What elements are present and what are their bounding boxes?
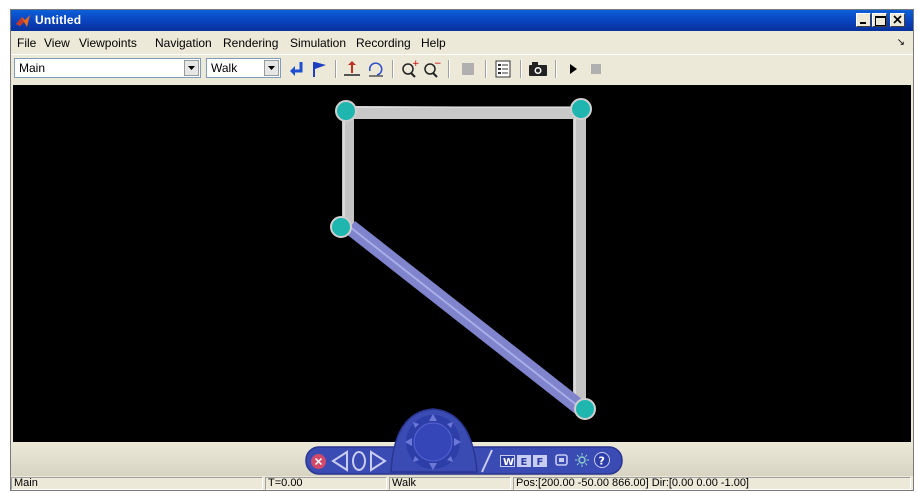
- fly-mode-button[interactable]: F: [533, 455, 547, 467]
- menu-rendering[interactable]: Rendering: [223, 36, 278, 50]
- fly-mode-label: F: [537, 457, 544, 466]
- walk-mode-button[interactable]: W: [500, 455, 515, 467]
- viewpoint-select[interactable]: Main: [14, 58, 201, 78]
- scene-graph[interactable]: [13, 85, 911, 442]
- status-bar: Main T=0.00 Walk Pos:[200.00 -50.00 866.…: [11, 476, 913, 491]
- chevron-down-icon[interactable]: [184, 60, 199, 76]
- toolbar-separator: [448, 60, 450, 78]
- node-top-left[interactable]: [335, 100, 357, 122]
- title-bar[interactable]: Untitled: [11, 10, 913, 31]
- status-navigation-mode: Walk: [389, 477, 511, 490]
- return-to-viewpoint-icon[interactable]: [287, 59, 309, 79]
- play-icon[interactable]: [562, 59, 584, 79]
- svg-text:−: −: [434, 59, 442, 69]
- headlight-icon[interactable]: [574, 452, 590, 468]
- maximize-button[interactable]: [872, 13, 887, 27]
- navigation-mode-select[interactable]: Walk: [206, 58, 281, 78]
- node-bottom-right[interactable]: [574, 398, 596, 420]
- menu-bar: File View Viewpoints Navigation Renderin…: [11, 32, 913, 52]
- stop-recording-icon[interactable]: [585, 59, 607, 79]
- link-top: [346, 106, 573, 119]
- toolbar-separator: [335, 60, 337, 78]
- menu-viewpoints[interactable]: Viewpoints: [79, 36, 137, 50]
- pan-right-icon[interactable]: [367, 450, 389, 472]
- zoom-out-icon[interactable]: −: [421, 59, 443, 79]
- minimize-button[interactable]: [856, 13, 871, 27]
- help-icon: ?: [599, 455, 605, 468]
- node-top-right[interactable]: [570, 98, 592, 120]
- stop-icon[interactable]: [457, 59, 479, 79]
- menu-simulation[interactable]: Simulation: [290, 36, 346, 50]
- navigation-dial-icon[interactable]: [404, 411, 462, 473]
- window-title: Untitled: [35, 13, 82, 27]
- close-icon: [314, 457, 323, 466]
- viewpoint-select-value: Main: [19, 61, 46, 75]
- walk-mode-label: W: [503, 457, 514, 466]
- app-window: Untitled File View Viewpoints Navigation…: [10, 9, 914, 491]
- examine-mode-button[interactable]: E: [517, 455, 531, 467]
- examine-mode-label: E: [521, 457, 528, 466]
- menu-file[interactable]: File: [17, 36, 36, 50]
- dock-arrow-icon[interactable]: ↘: [897, 37, 905, 48]
- navigation-panel-graphic: [305, 408, 623, 475]
- pan-left-icon[interactable]: [329, 450, 351, 472]
- menu-navigation[interactable]: Navigation: [155, 36, 212, 50]
- create-viewpoint-icon[interactable]: [309, 59, 331, 79]
- menu-view[interactable]: View: [44, 36, 70, 50]
- navigation-mode-value: Walk: [211, 61, 238, 75]
- snapshot-icon[interactable]: [527, 59, 549, 79]
- straighten-up-icon[interactable]: [341, 59, 363, 79]
- close-icon: [893, 15, 902, 24]
- toolbar-separator: [520, 60, 522, 78]
- properties-icon[interactable]: [492, 59, 514, 79]
- status-viewpoint: Main: [11, 477, 263, 490]
- help-button[interactable]: ?: [594, 452, 610, 468]
- node-mid-left[interactable]: [330, 216, 352, 238]
- toolbar: Main Walk + −: [11, 54, 913, 83]
- viewpoint-list-icon[interactable]: [554, 452, 570, 468]
- zoom-in-icon[interactable]: +: [399, 59, 421, 79]
- toolbar-separator: [392, 60, 394, 78]
- status-time: T=0.00: [265, 477, 387, 490]
- toolbar-separator: [555, 60, 557, 78]
- close-nav-button[interactable]: [311, 454, 326, 469]
- menu-recording[interactable]: Recording: [356, 36, 411, 50]
- chevron-down-icon[interactable]: [264, 60, 279, 76]
- rotate-icon[interactable]: [349, 450, 369, 472]
- tilt-icon[interactable]: [477, 448, 497, 474]
- scene-canvas[interactable]: [13, 85, 911, 442]
- minimize-icon: [860, 22, 866, 24]
- matlab-logo-icon: [16, 15, 30, 27]
- svg-text:?: ?: [599, 455, 605, 468]
- close-button[interactable]: [890, 13, 905, 27]
- status-position: Pos:[200.00 -50.00 866.00] Dir:[0.00 0.0…: [513, 477, 911, 490]
- maximize-icon: [875, 16, 886, 26]
- navigation-panel: W E F ?: [11, 408, 913, 476]
- menu-help[interactable]: Help: [421, 36, 446, 50]
- toolbar-separator: [485, 60, 487, 78]
- svg-text:+: +: [412, 59, 420, 69]
- undo-move-icon[interactable]: [365, 59, 387, 79]
